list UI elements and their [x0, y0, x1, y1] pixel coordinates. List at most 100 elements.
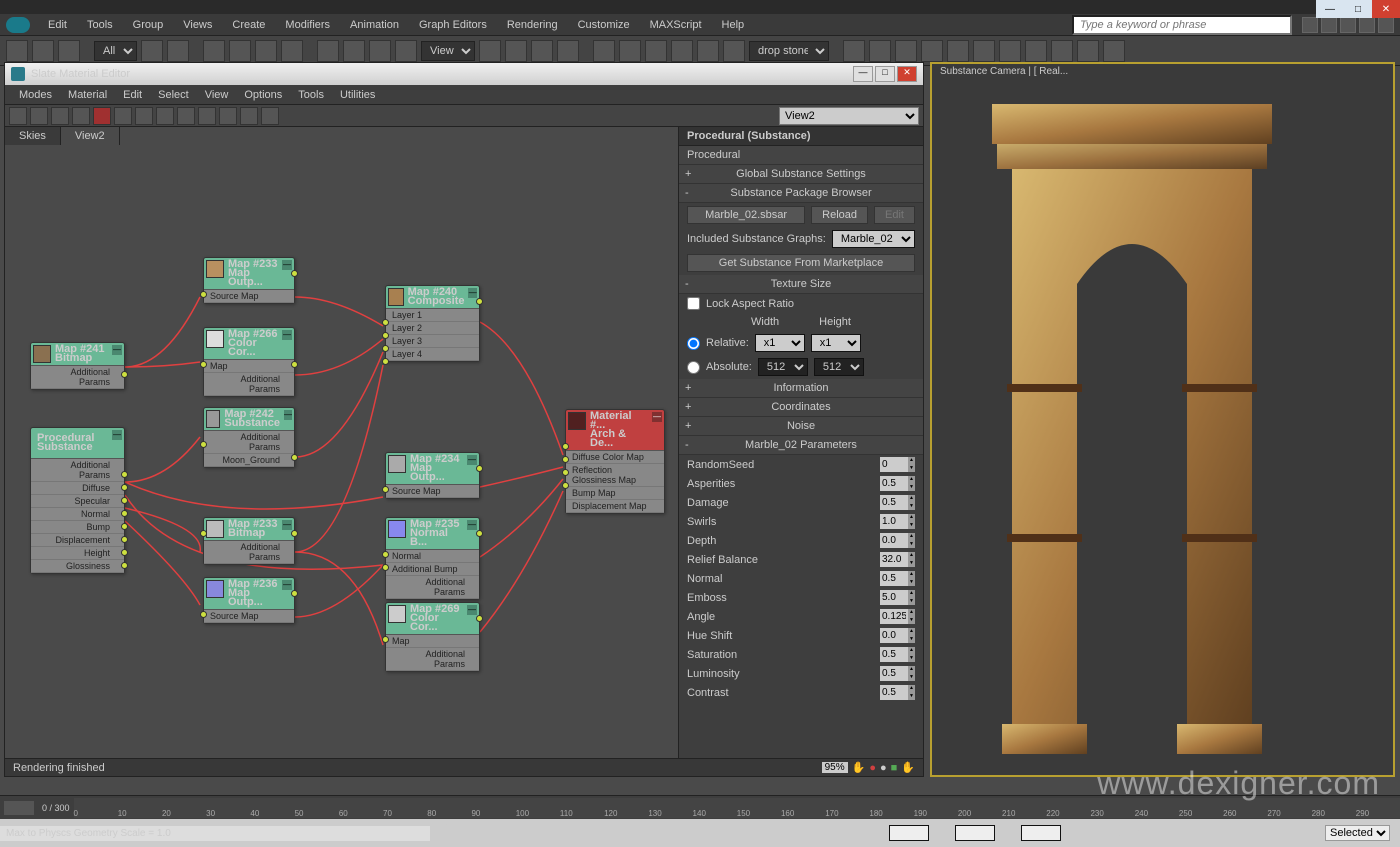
slate-tool-button[interactable]	[177, 107, 195, 125]
node-map241[interactable]: Map #241Bitmap— Additional Params	[30, 342, 125, 390]
tool-button[interactable]	[167, 40, 189, 62]
node-map269[interactable]: Map #269Color Cor...— MapAdditional Para…	[385, 602, 480, 672]
tool-button[interactable]	[229, 40, 251, 62]
menu-help[interactable]: Help	[712, 15, 755, 35]
param-spinner[interactable]: ▲▼	[880, 590, 915, 605]
node-map234[interactable]: Map #234Map Outp...— Source Map	[385, 452, 480, 499]
tool-button[interactable]	[505, 40, 527, 62]
node-material-archdesign[interactable]: Material #...Arch & De...— Diffuse Color…	[565, 409, 665, 514]
tool-button[interactable]	[141, 40, 163, 62]
edit-button[interactable]: Edit	[874, 206, 915, 224]
param-spinner[interactable]: ▲▼	[880, 609, 915, 624]
viewport-3d[interactable]: Substance Camera | [ Real...	[930, 62, 1395, 777]
nav-icon[interactable]: ●	[869, 762, 876, 774]
param-spinner[interactable]: ▲▼	[880, 571, 915, 586]
menu-rendering[interactable]: Rendering	[497, 15, 568, 35]
tool-button[interactable]	[557, 40, 579, 62]
node-procedural-substance[interactable]: ProceduralSubstance— Additional ParamsDi…	[30, 427, 125, 574]
slate-tab-skies[interactable]: Skies	[5, 127, 61, 145]
tool-button[interactable]	[619, 40, 641, 62]
slate-tool-button[interactable]	[198, 107, 216, 125]
icon-button[interactable]	[1321, 17, 1337, 33]
menu-modifiers[interactable]: Modifiers	[275, 15, 340, 35]
rel-height-dropdown[interactable]: x1	[811, 334, 861, 352]
slate-menu-utilities[interactable]: Utilities	[332, 87, 383, 103]
slate-maximize-button[interactable]: □	[875, 66, 895, 82]
pan-icon[interactable]: ✋	[852, 761, 866, 774]
tool-button[interactable]	[869, 40, 891, 62]
slate-tool-button[interactable]	[114, 107, 132, 125]
tool-button[interactable]	[531, 40, 553, 62]
slate-tool-button[interactable]	[72, 107, 90, 125]
z-coord-input[interactable]	[1021, 825, 1061, 841]
tool-button[interactable]	[921, 40, 943, 62]
slate-tool-button[interactable]	[240, 107, 258, 125]
close-button[interactable]: ✕	[1372, 0, 1400, 18]
zoom-level[interactable]: 95%	[822, 762, 848, 773]
menu-edit[interactable]: Edit	[38, 15, 77, 35]
named-selection-dropdown[interactable]: drop stones	[749, 41, 829, 61]
tool-button[interactable]	[317, 40, 339, 62]
nav-icon[interactable]: ●	[880, 762, 887, 774]
tool-button[interactable]	[1051, 40, 1073, 62]
absolute-radio[interactable]	[687, 361, 700, 374]
tool-button[interactable]	[593, 40, 615, 62]
tool-button[interactable]	[479, 40, 501, 62]
node-map266[interactable]: Map #266Color Cor...— MapAdditional Para…	[203, 327, 295, 397]
param-spinner[interactable]: ▲▼	[880, 476, 915, 491]
slate-tool-button[interactable]	[30, 107, 48, 125]
tool-button[interactable]	[895, 40, 917, 62]
tool-button[interactable]	[6, 40, 28, 62]
tool-button[interactable]	[671, 40, 693, 62]
maximize-button[interactable]: □	[1344, 0, 1372, 18]
param-spinner[interactable]: ▲▼	[880, 552, 915, 567]
y-coord-input[interactable]	[955, 825, 995, 841]
x-coord-input[interactable]	[889, 825, 929, 841]
tool-button[interactable]	[32, 40, 54, 62]
menu-customize[interactable]: Customize	[568, 15, 640, 35]
section-information[interactable]: Information	[679, 379, 923, 398]
tool-button[interactable]	[395, 40, 417, 62]
slate-tool-button[interactable]	[9, 107, 27, 125]
param-spinner[interactable]: ▲▼	[880, 514, 915, 529]
menu-animation[interactable]: Animation	[340, 15, 409, 35]
selection-set-dropdown[interactable]: All	[94, 41, 137, 61]
node-map242[interactable]: Map #242Substance— Additional ParamsMoon…	[203, 407, 295, 468]
slate-menu-options[interactable]: Options	[236, 87, 290, 103]
tool-button[interactable]	[281, 40, 303, 62]
app-logo-icon[interactable]	[6, 17, 30, 33]
lock-aspect-checkbox[interactable]	[687, 297, 700, 310]
tool-button[interactable]	[1103, 40, 1125, 62]
included-graphs-dropdown[interactable]: Marble_02	[832, 230, 915, 248]
icon-button[interactable]	[1378, 17, 1394, 33]
slate-menu-modes[interactable]: Modes	[11, 87, 60, 103]
slate-tool-button[interactable]	[135, 107, 153, 125]
slate-titlebar[interactable]: Slate Material Editor — □ ✕	[5, 63, 923, 85]
menu-graph-editors[interactable]: Graph Editors	[409, 15, 497, 35]
slate-tab-view2[interactable]: View2	[61, 127, 120, 145]
tool-button[interactable]	[369, 40, 391, 62]
node-map233-bitmap[interactable]: Map #233Bitmap— Additional Params	[203, 517, 295, 565]
section-texture-size[interactable]: Texture Size	[679, 275, 923, 294]
section-noise[interactable]: Noise	[679, 417, 923, 436]
slate-tool-button[interactable]	[51, 107, 69, 125]
nav-icon[interactable]: ✋	[901, 761, 915, 774]
relative-radio[interactable]	[687, 337, 700, 350]
section-coordinates[interactable]: Coordinates	[679, 398, 923, 417]
param-spinner[interactable]: ▲▼	[880, 666, 915, 681]
timeline-slider[interactable]	[4, 801, 34, 815]
slate-menu-view[interactable]: View	[197, 87, 237, 103]
slate-tool-button[interactable]	[219, 107, 237, 125]
node-map235[interactable]: Map #235Normal B...— NormalAdditional Bu…	[385, 517, 480, 600]
slate-delete-button[interactable]	[93, 107, 111, 125]
param-spinner[interactable]: ▲▼	[880, 533, 915, 548]
abs-height-dropdown[interactable]: 512	[814, 358, 864, 376]
tool-button[interactable]	[999, 40, 1021, 62]
tool-button[interactable]	[1077, 40, 1099, 62]
icon-button[interactable]	[1302, 17, 1318, 33]
slate-menu-tools[interactable]: Tools	[290, 87, 332, 103]
tool-button[interactable]	[843, 40, 865, 62]
slate-node-canvas[interactable]: Skies View2	[5, 127, 678, 758]
slate-minimize-button[interactable]: —	[853, 66, 873, 82]
search-input[interactable]	[1072, 15, 1292, 35]
